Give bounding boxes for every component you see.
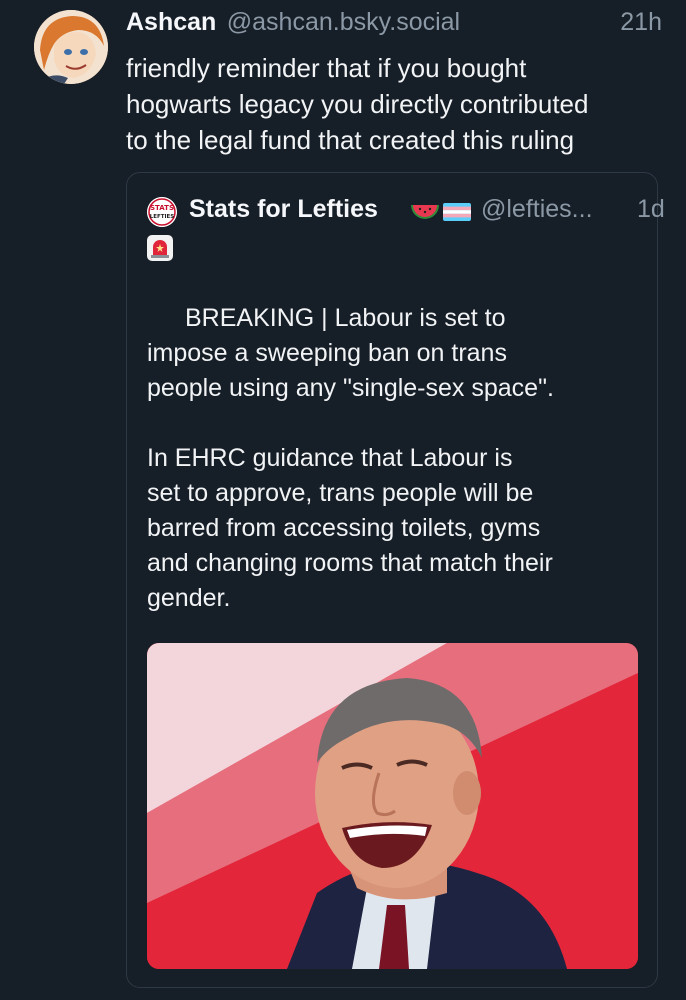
author-handle[interactable]: @ashcan.bsky.social bbox=[227, 8, 460, 36]
quoted-post-header: STATS LEFTIES Stats for Lefties @lefties… bbox=[147, 195, 665, 227]
post[interactable]: Ashcan @ashcan.bsky.social 21h friendly … bbox=[0, 0, 686, 1000]
name-emoji-group bbox=[409, 201, 473, 223]
svg-text:STATS: STATS bbox=[150, 204, 174, 212]
post-header: Ashcan @ashcan.bsky.social 21h bbox=[126, 8, 662, 42]
trans-flag-icon bbox=[443, 203, 471, 221]
post-text: friendly reminder that if you bought hog… bbox=[126, 53, 589, 155]
quoted-author-handle[interactable]: @lefties... bbox=[481, 195, 593, 224]
quoted-post-text: BREAKING | Labour is set to impose a swe… bbox=[147, 304, 554, 682]
author-avatar[interactable] bbox=[34, 10, 108, 84]
quoted-author-avatar[interactable]: STATS LEFTIES bbox=[147, 197, 177, 227]
watermelon-icon bbox=[411, 205, 439, 219]
avatar-illustration bbox=[34, 10, 108, 84]
svg-text:LEFTIES: LEFTIES bbox=[150, 214, 175, 220]
siren-icon bbox=[147, 235, 173, 261]
post-timestamp[interactable]: 21h bbox=[620, 8, 662, 37]
cropped-previous-text bbox=[0, 0, 686, 6]
man-laughing-photo bbox=[147, 643, 638, 969]
quoted-author-name[interactable]: Stats for Lefties bbox=[189, 195, 378, 224]
quoted-post-image[interactable] bbox=[147, 643, 638, 969]
stats-lefties-logo-icon: STATS LEFTIES bbox=[147, 197, 177, 227]
author-name[interactable]: Ashcan bbox=[126, 8, 216, 36]
quoted-post-timestamp[interactable]: 1d bbox=[637, 195, 665, 224]
quoted-post-card[interactable]: STATS LEFTIES Stats for Lefties @lefties… bbox=[126, 172, 665, 988]
